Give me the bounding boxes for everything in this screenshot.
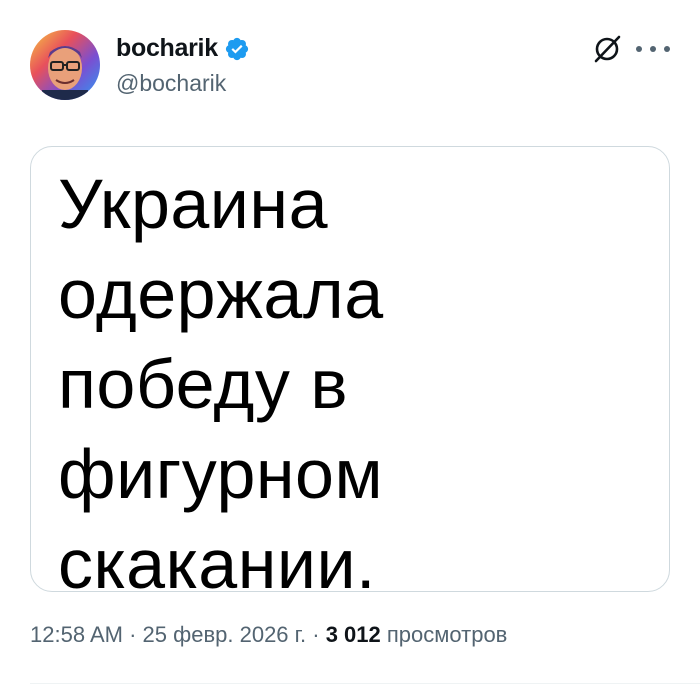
- tweet-media-image[interactable]: Украина одержала победу в фигурном скака…: [30, 146, 670, 592]
- views-count: 3 012: [325, 622, 381, 647]
- image-text-line: победу в: [58, 345, 349, 423]
- author-handle[interactable]: @bocharik: [116, 70, 226, 97]
- dot: [636, 46, 642, 52]
- image-text-line: фигурном: [58, 435, 384, 513]
- tweet-time[interactable]: 12:58 AM: [30, 622, 123, 647]
- divider: [30, 683, 700, 684]
- author-name-row[interactable]: bocharik: [116, 34, 250, 63]
- author-display-name[interactable]: bocharik: [116, 34, 218, 63]
- dot: [664, 46, 670, 52]
- meta-separator: ·: [129, 622, 137, 647]
- avatar[interactable]: [30, 30, 100, 100]
- views-label: просмотров: [386, 622, 508, 647]
- grok-icon[interactable]: [592, 34, 622, 64]
- tweet: bocharik @bocharik Украина одержала побе…: [0, 0, 700, 686]
- avatar-image: [30, 30, 100, 100]
- verified-badge-icon[interactable]: [224, 36, 250, 62]
- image-text-line: одержала: [58, 255, 384, 333]
- tweet-date[interactable]: 25 февр. 2026 г.: [143, 622, 307, 647]
- more-options-icon[interactable]: [636, 36, 670, 62]
- image-text-line: скакании.: [58, 525, 376, 592]
- image-text: Украина одержала победу в фигурном скака…: [58, 159, 384, 592]
- tweet-meta: 12:58 AM · 25 февр. 2026 г. · 3 012 прос…: [30, 622, 507, 648]
- image-text-line: Украина: [58, 165, 328, 243]
- meta-separator: ·: [312, 622, 320, 647]
- dot: [650, 46, 656, 52]
